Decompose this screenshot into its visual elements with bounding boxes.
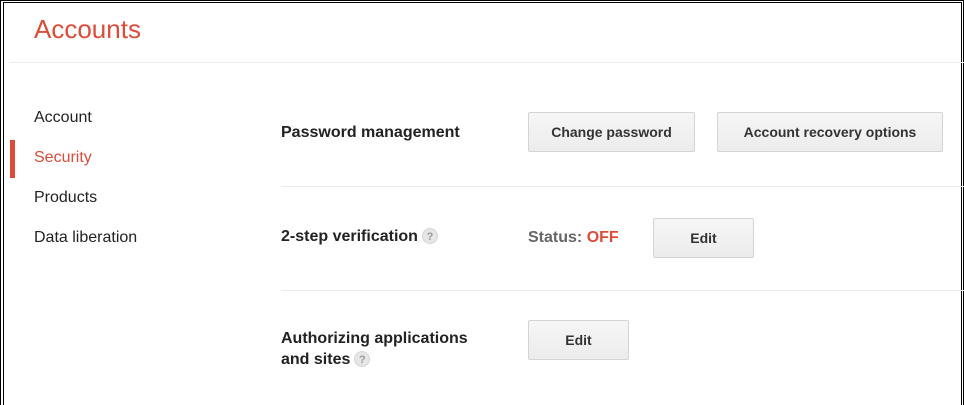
section-divider — [281, 186, 964, 187]
two-step-edit-button[interactable]: Edit — [653, 218, 754, 258]
authorizing-applications-label-line2-row: and sites? — [281, 349, 468, 370]
status-value: OFF — [586, 229, 619, 246]
authorizing-applications-section: Authorizing applications and sites? Edit — [281, 320, 964, 380]
authorizing-applications-label: Authorizing applications and sites? — [281, 328, 468, 370]
authorizing-applications-label-line1: Authorizing applications — [281, 330, 468, 347]
account-recovery-options-button[interactable]: Account recovery options — [717, 112, 943, 152]
sidebar-item-security[interactable]: Security — [10, 140, 210, 180]
two-step-verification-label: 2-step verification — [281, 228, 418, 245]
status-row: Status: OFF — [528, 227, 619, 248]
password-management-label: Password management — [281, 124, 460, 141]
sidebar: Account Security Products Data liberatio… — [10, 100, 210, 260]
status-label: Status: — [528, 229, 583, 246]
authorizing-edit-button[interactable]: Edit — [528, 320, 629, 360]
help-icon[interactable]: ? — [354, 351, 371, 367]
change-password-button[interactable]: Change password — [528, 112, 695, 152]
help-icon[interactable]: ? — [421, 228, 438, 244]
sidebar-item-data-liberation[interactable]: Data liberation — [10, 220, 210, 260]
sidebar-item-products[interactable]: Products — [10, 180, 210, 220]
two-step-verification-section: 2-step verification? Status: OFF Edit — [281, 218, 964, 268]
title-divider — [10, 62, 964, 63]
two-step-verification-label-row: 2-step verification? — [281, 226, 438, 247]
page-title: Accounts — [34, 14, 141, 44]
sidebar-item-account[interactable]: Account — [10, 100, 210, 140]
section-divider — [281, 290, 964, 291]
authorizing-applications-label-line2: and sites — [281, 351, 351, 368]
password-management-section: Password management Change password Acco… — [281, 112, 964, 172]
